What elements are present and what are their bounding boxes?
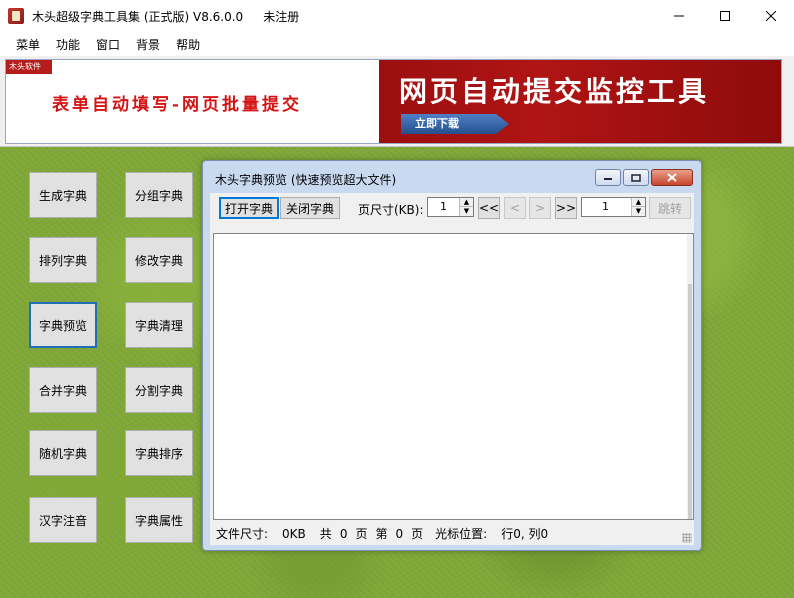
page-number-spinner[interactable]: 1 ▲ ▼ (581, 197, 646, 217)
first-page-button[interactable]: << (478, 197, 500, 219)
permute-dict-button[interactable]: 排列字典 (29, 237, 97, 283)
window-controls (656, 0, 794, 32)
minimize-button[interactable] (656, 0, 702, 32)
banner-left-text: 表单自动填写-网页批量提交 (52, 95, 303, 115)
cursor-position-value: 行0, 列0 (501, 527, 549, 541)
page-number-value: 1 (602, 200, 609, 213)
ad-banner[interactable]: 木头软件 表单自动填写-网页批量提交 网页自动提交监控工具 立即下载 (5, 59, 782, 144)
title-bar: 木头超级字典工具集 (正式版) V8.6.0.0 未注册 (0, 0, 794, 32)
maximize-icon (720, 11, 730, 21)
minimize-icon (604, 177, 612, 180)
app-icon (8, 8, 24, 24)
menu-item-window[interactable]: 窗口 (88, 36, 128, 53)
content-scrollbar[interactable] (687, 234, 693, 519)
banner-area: 木头软件 表单自动填写-网页批量提交 网页自动提交监控工具 立即下载 (0, 56, 794, 146)
resize-grip-icon[interactable] (682, 533, 692, 543)
maximize-icon (631, 173, 641, 182)
menu-item-help[interactable]: 帮助 (168, 36, 208, 53)
menu-bar: 菜单 功能 窗口 背景 帮助 (0, 32, 794, 56)
total-pages-label: 共 (319, 527, 332, 541)
menu-item-background[interactable]: 背景 (128, 36, 168, 53)
scrollbar-thumb[interactable] (688, 284, 692, 519)
preview-window: 木头字典预览 (快速预览超大文件) 打开字典 关闭字典 页尺寸(KB): 1 ▲… (202, 160, 702, 551)
file-size-value: 0KB (282, 526, 306, 541)
modify-dict-button[interactable]: 修改字典 (125, 237, 193, 283)
clean-dict-button[interactable]: 字典清理 (125, 302, 193, 348)
close-dict-button[interactable]: 关闭字典 (280, 197, 340, 219)
banner-left[interactable]: 木头软件 表单自动填写-网页批量提交 (6, 60, 379, 143)
pinyin-button[interactable]: 汉字注音 (29, 497, 97, 543)
current-page-value: 0 (395, 526, 404, 541)
page-unit-label-2: 页 (411, 527, 424, 541)
next-page-button[interactable]: > (529, 197, 551, 219)
preview-client-area: 打开字典 关闭字典 页尺寸(KB): 1 ▲ ▼ << < > >> 1 ▲ ▼ (210, 193, 694, 545)
open-dict-button[interactable]: 打开字典 (219, 197, 279, 219)
registration-status: 未注册 (263, 9, 300, 24)
spin-down-icon[interactable]: ▼ (632, 207, 645, 216)
preview-window-title: 木头字典预览 (快速预览超大文件) (215, 173, 397, 187)
spin-down-icon[interactable]: ▼ (460, 207, 473, 216)
random-dict-button[interactable]: 随机字典 (29, 430, 97, 476)
close-icon (766, 11, 776, 21)
total-pages-value: 0 (339, 526, 348, 541)
minimize-icon (674, 15, 684, 17)
group-dict-button[interactable]: 分组字典 (125, 172, 193, 218)
spin-up-icon[interactable]: ▲ (460, 198, 473, 207)
window-title: 木头超级字典工具集 (正式版) V8.6.0.0 (32, 9, 244, 24)
jump-button[interactable]: 跳转 (649, 197, 691, 219)
preview-status-bar: 文件尺寸: 0KB 共 0 页 第 0 页 光标位置: 行0, 列0 (210, 522, 694, 545)
sort-dict-button[interactable]: 字典排序 (125, 430, 193, 476)
page-size-spinner-arrows[interactable]: ▲ ▼ (459, 198, 473, 216)
dict-properties-button[interactable]: 字典属性 (125, 497, 193, 543)
generate-dict-button[interactable]: 生成字典 (29, 172, 97, 218)
page-size-label: 页尺寸(KB): (358, 203, 424, 217)
current-page-label: 第 (375, 527, 388, 541)
page-number-spinner-arrows[interactable]: ▲ ▼ (631, 198, 645, 216)
preview-dict-button[interactable]: 字典预览 (29, 302, 97, 348)
last-page-button[interactable]: >> (555, 197, 577, 219)
page-size-value: 1 (440, 200, 447, 213)
menu-item-menu[interactable]: 菜单 (8, 36, 48, 53)
menu-item-function[interactable]: 功能 (48, 36, 88, 53)
banner-logo: 木头软件 (6, 60, 52, 74)
maximize-button[interactable] (702, 0, 748, 32)
preview-close-button[interactable] (651, 169, 693, 186)
page-unit-label: 页 (355, 527, 368, 541)
download-now-button[interactable]: 立即下载 (401, 114, 509, 134)
file-size-label: 文件尺寸: (216, 527, 269, 541)
banner-right[interactable]: 网页自动提交监控工具 立即下载 (379, 60, 781, 143)
merge-dict-button[interactable]: 合并字典 (29, 367, 97, 413)
cursor-position-label: 光标位置: (435, 527, 488, 541)
close-button[interactable] (748, 0, 794, 32)
preview-minimize-button[interactable] (595, 169, 621, 186)
page-size-spinner[interactable]: 1 ▲ ▼ (427, 197, 474, 217)
spin-up-icon[interactable]: ▲ (632, 198, 645, 207)
split-dict-button[interactable]: 分割字典 (125, 367, 193, 413)
banner-right-title: 网页自动提交监控工具 (399, 75, 710, 108)
preview-window-controls (595, 169, 693, 186)
preview-toolbar: 打开字典 关闭字典 页尺寸(KB): 1 ▲ ▼ << < > >> 1 ▲ ▼ (210, 197, 694, 221)
close-icon (667, 173, 677, 182)
dict-content-textarea[interactable] (213, 233, 694, 520)
prev-page-button[interactable]: < (504, 197, 526, 219)
preview-maximize-button[interactable] (623, 169, 649, 186)
